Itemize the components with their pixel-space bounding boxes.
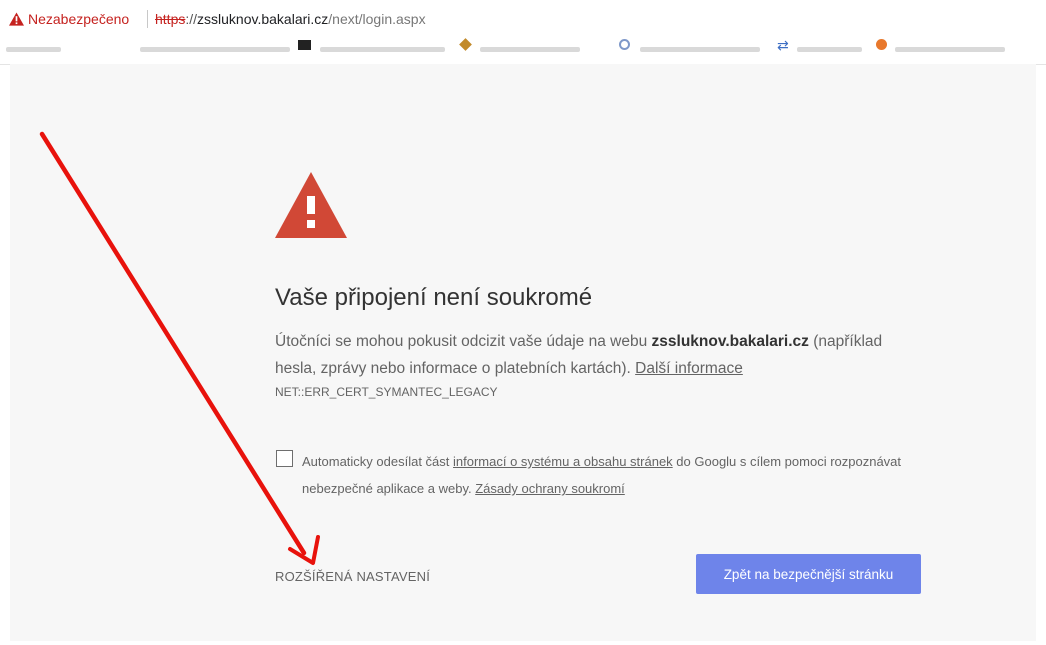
opt-in-text: Automaticky odesílat část informací o sy… [302, 448, 912, 502]
site-host: zssluknov.bakalari.cz [651, 333, 809, 350]
url-path: /next/login.aspx [328, 11, 426, 27]
advanced-settings-button[interactable]: ROZŠÍŘENÁ NASTAVENÍ [275, 569, 430, 584]
bookmark-redacted[interactable] [140, 47, 290, 52]
privacy-policy-link[interactable]: Zásady ochrany soukromí [475, 481, 625, 496]
not-secure-label[interactable]: Nezabezpečeno [28, 11, 129, 27]
page-title: Vaše připojení není soukromé [275, 284, 593, 311]
url-text[interactable]: https://zssluknov.bakalari.cz/next/login… [155, 11, 426, 27]
bookmark-favicon[interactable] [298, 40, 311, 50]
bookmarks-bar: ⇄ [0, 34, 1046, 65]
url-host: zssluknov.bakalari.cz [197, 11, 329, 27]
back-to-safety-button[interactable]: Zpět na bezpečnější stránku [696, 554, 921, 594]
bookmark-favicon[interactable] [876, 39, 887, 50]
warning-icon [9, 12, 24, 26]
more-info-link[interactable]: Další informace [635, 360, 743, 377]
desc-text: Útočníci se mohou pokusit odcizit vaše ú… [275, 333, 652, 350]
address-separator [147, 10, 148, 28]
warning-triangle-icon [275, 172, 347, 238]
bookmark-favicon[interactable] [619, 39, 630, 50]
bookmark-favicon[interactable] [459, 38, 472, 51]
bookmark-redacted[interactable] [480, 47, 580, 52]
address-bar[interactable]: Nezabezpečeno https://zssluknov.bakalari… [0, 0, 1046, 34]
bookmark-redacted[interactable] [320, 47, 445, 52]
opt-in-text-part: Automaticky odesílat část [302, 454, 454, 469]
bookmark-redacted[interactable] [797, 47, 862, 52]
url-scheme-separator: :// [185, 11, 198, 27]
interstitial-page: Vaše připojení není soukromé Útočníci se… [10, 64, 1036, 641]
opt-in-checkbox[interactable] [276, 450, 293, 467]
bookmark-redacted[interactable] [895, 47, 1005, 52]
error-code: NET::ERR_CERT_SYMANTEC_LEGACY [275, 385, 498, 399]
bookmark-favicon[interactable]: ⇄ [777, 37, 789, 54]
bookmark-redacted[interactable] [6, 47, 61, 52]
url-scheme: https [155, 11, 186, 27]
bookmark-redacted[interactable] [640, 47, 760, 52]
system-info-link[interactable]: informací o systému a obsahu stránek [453, 454, 673, 469]
error-description: Útočníci se mohou pokusit odcizit vaše ú… [275, 328, 915, 382]
